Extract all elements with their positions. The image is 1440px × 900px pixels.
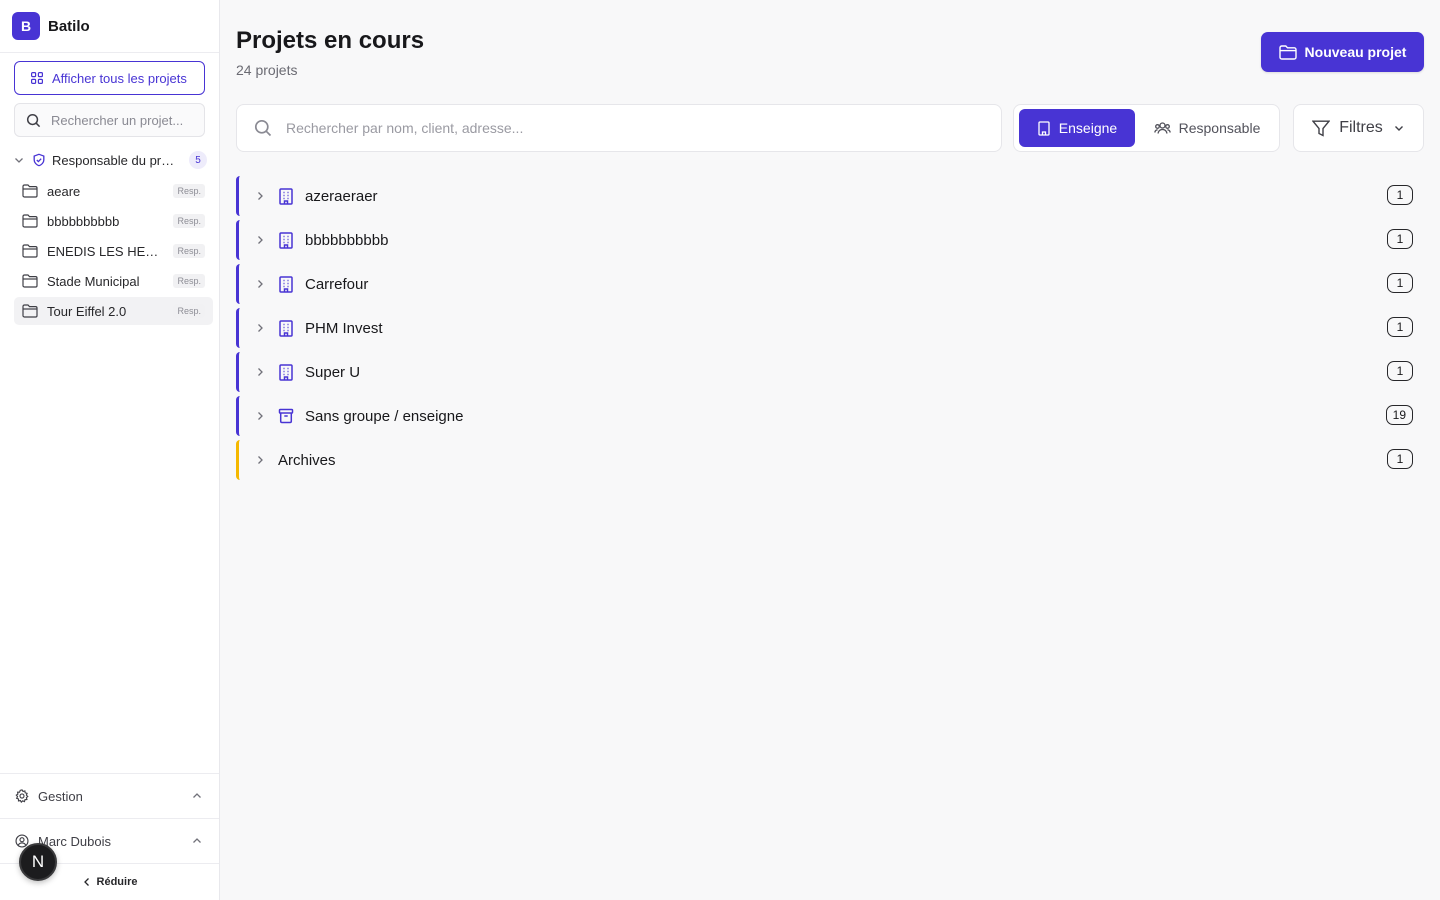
chevron-right-icon [258,280,263,288]
building-icon [279,275,293,293]
group-name: bbbbbbbbbb [305,231,389,249]
responsible-group-toggle[interactable]: Responsable du projet 5 [13,150,207,170]
chevron-right-icon [258,412,263,420]
chevron-up-icon [193,838,201,843]
group-count-badge: 19 [1385,405,1413,425]
project-group-row[interactable]: Super U 1 [236,352,1424,392]
enseigne-label: Enseigne [1058,120,1118,136]
project-count: 24 projets [236,62,298,78]
group-by-toggle: Enseigne Responsable [1013,104,1280,152]
group-name: PHM Invest [305,319,383,337]
folder-icon [1278,44,1297,60]
main-search-input[interactable] [286,120,966,136]
group-name: Archives [278,451,336,469]
filters-button[interactable]: Filtres [1293,104,1424,152]
collapse-label: Réduire [96,876,138,888]
main-search[interactable] [236,104,1002,152]
group-name: Sans groupe / enseigne [305,407,464,425]
gear-icon [15,789,29,803]
group-count-badge: 1 [1387,361,1413,381]
gestion-menu-toggle[interactable]: Gestion [0,774,219,818]
chevron-left-icon [83,878,89,886]
sidebar-project-list: aeare Resp. bbbbbbbbbb Resp. ENEDIS LES … [14,177,213,327]
brand-name: Batilo [48,17,90,35]
responsable-label: Responsable [1178,120,1261,136]
group-count-badge: 1 [1387,317,1413,337]
folder-icon [22,214,38,228]
chevron-down-icon [1394,126,1403,131]
responsible-badge: Resp. [173,184,205,198]
search-icon [26,113,41,127]
building-icon [279,319,293,337]
grid-icon [31,72,43,84]
group-name: Carrefour [305,275,369,293]
building-icon [279,363,293,381]
building-icon [1038,120,1050,136]
filter-icon [1312,120,1331,137]
archive-box-icon [278,408,294,424]
brand[interactable]: B Batilo [0,0,219,53]
group-count-badge: 1 [1387,273,1413,293]
sidebar-project-item[interactable]: Tour Eiffel 2.0 Resp. [14,297,213,325]
sidebar-search[interactable] [14,103,205,137]
folder-icon [22,184,38,198]
show-all-projects-button[interactable]: Afficher tous les projets [14,61,205,95]
sidebar-project-item[interactable]: bbbbbbbbbb Resp. [14,207,213,235]
chevron-right-icon [258,236,263,244]
responsible-group-title: Responsable du projet [52,152,180,168]
building-icon [279,187,293,205]
group-name: Super U [305,363,361,381]
group-count-badge: 1 [1387,229,1413,249]
folder-icon [22,304,38,318]
group-count-badge: 1 [1387,185,1413,205]
chevron-right-icon [258,324,263,332]
project-group-row[interactable]: bbbbbbbbbb 1 [236,220,1424,260]
sidebar-project-item[interactable]: aeare Resp. [14,177,213,205]
sidebar-project-name: Tour Eiffel 2.0 [47,303,127,319]
building-icon [279,231,293,249]
archives-group-row[interactable]: Archives 1 [236,440,1424,480]
chevron-up-icon [193,793,201,798]
sidebar-project-name: aeare [47,183,81,199]
group-count-badge: 1 [1387,449,1413,469]
search-icon [254,119,272,137]
brand-logo: B [12,12,40,40]
sidebar-project-name: Stade Municipal [47,273,140,289]
new-project-label: Nouveau projet [1304,44,1407,60]
group-by-enseigne-button[interactable]: Enseigne [1019,109,1135,147]
responsible-badge: Resp. [173,274,205,288]
project-group-row[interactable]: azeraeraer 1 [236,176,1424,216]
sidebar-project-item[interactable]: Stade Municipal Resp. [14,267,213,295]
folder-icon [22,274,38,288]
gestion-label: Gestion [38,788,83,804]
sidebar: B Batilo Afficher tous les projets Respo… [0,0,220,900]
project-group-row[interactable]: PHM Invest 1 [236,308,1424,348]
page-title: Projets en cours [236,27,425,54]
chevron-right-icon [258,368,263,376]
project-groups-list: azeraeraer 1 bbbbbbbbbb 1 Carrefour 1 PH… [236,176,1424,484]
responsible-badge: Resp. [173,244,205,258]
sidebar-project-name: bbbbbbbbbb [47,213,120,229]
sidebar-project-name: ENEDIS LES HERBIERS [47,243,163,259]
group-by-responsable-button[interactable]: Responsable [1140,109,1274,147]
project-group-row[interactable]: Carrefour 1 [236,264,1424,304]
responsible-group-count: 5 [189,151,207,169]
chevron-right-icon [258,192,263,200]
responsible-badge: Resp. [173,214,205,228]
show-all-label: Afficher tous les projets [52,70,187,86]
sidebar-project-item[interactable]: ENEDIS LES HERBIERS Resp. [14,237,213,265]
responsible-badge: Resp. [173,304,205,318]
users-icon [1153,122,1171,134]
chevron-right-icon [258,456,263,464]
filters-label: Filtres [1339,119,1383,136]
dev-tools-badge[interactable]: N [19,843,57,881]
sidebar-search-input[interactable] [51,112,201,128]
new-project-button[interactable]: Nouveau projet [1261,32,1424,72]
project-group-row[interactable]: Sans groupe / enseigne 19 [236,396,1424,436]
folder-icon [22,244,38,258]
chevron-down-icon [15,158,23,163]
group-name: azeraeraer [305,187,378,205]
shield-check-icon [33,153,45,167]
